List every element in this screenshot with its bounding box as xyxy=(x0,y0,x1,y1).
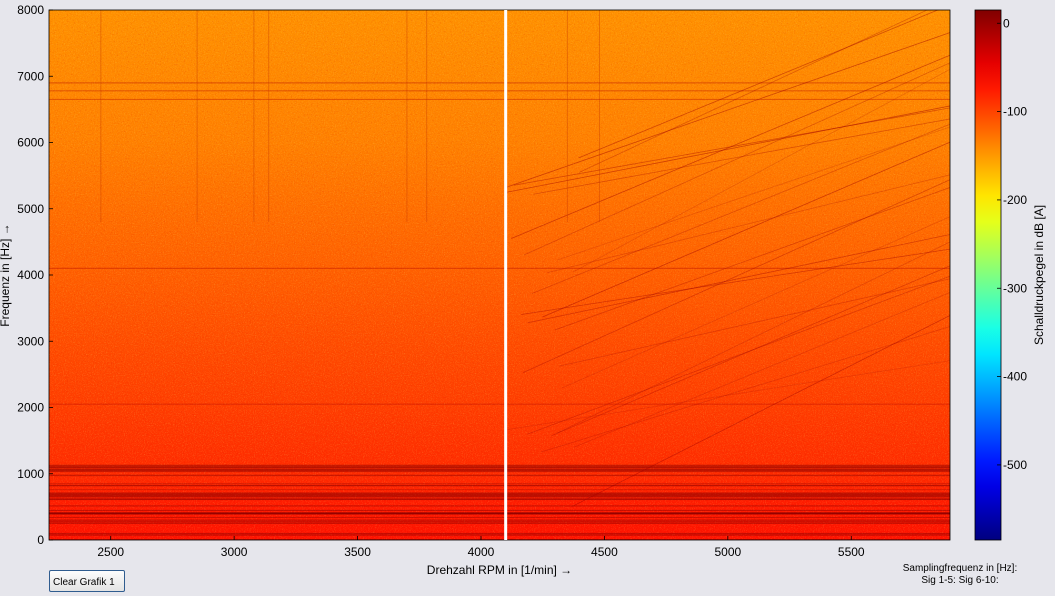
x-tick-label: 5500 xyxy=(838,545,865,559)
y-tick-label: 7000 xyxy=(17,69,44,83)
y-tick-label: 2000 xyxy=(17,401,44,415)
colorbar-tick-label: -300 xyxy=(1003,281,1027,295)
y-tick-label: 8000 xyxy=(17,3,44,17)
colorbar-tick-label: -100 xyxy=(1003,105,1027,119)
y-tick-label: 0 xyxy=(37,533,44,547)
y-tick-label: 3000 xyxy=(17,334,44,348)
colorbar-tick-label: 0 xyxy=(1003,16,1010,30)
x-axis-label: Drehzahl RPM in [1/min] → xyxy=(427,563,572,577)
spectrogram-noise-dark xyxy=(49,10,950,540)
colorbar-label: Schalldruckpegel in dB [A] xyxy=(1032,205,1046,345)
y-tick-label: 5000 xyxy=(17,202,44,216)
spectrogram-chart: 2500 3000 3500 4000 4500 5000 5500 0 1000 2000 30… xyxy=(0,3,1046,577)
x-tick-label: 3000 xyxy=(221,545,248,559)
sampling-frequency-label: Samplingfrequenz in [Hz]: xyxy=(902,563,1018,574)
colorbar-tick-label: -400 xyxy=(1003,370,1027,384)
x-tick-label: 4000 xyxy=(468,545,495,559)
clear-graph-button[interactable]: Clear Grafik 1 xyxy=(49,570,125,592)
x-tick-label: 3500 xyxy=(344,545,371,559)
x-tick-label: 5000 xyxy=(714,545,741,559)
colorbar-tick-label: -500 xyxy=(1003,458,1027,472)
colorbar-ticks: 0 -100 -200 -300 -400 -500 xyxy=(997,16,1027,472)
y-axis-label: Frequenz in [Hz] → xyxy=(0,223,12,326)
plot-area xyxy=(49,10,950,540)
y-tick-label: 4000 xyxy=(17,268,44,282)
y-tick-label: 1000 xyxy=(17,467,44,481)
sampling-channels-label: Sig 1-5: Sig 6-10: xyxy=(921,575,999,586)
y-axis: 0 1000 2000 3000 4000 5000 6000 7000 8000 xyxy=(17,3,53,547)
x-tick-label: 2500 xyxy=(97,545,124,559)
colorbar-tick-label: -200 xyxy=(1003,193,1027,207)
y-tick-label: 6000 xyxy=(17,136,44,150)
colorbar-scale xyxy=(974,9,1002,541)
colorbar: 0 -100 -200 -300 -400 -500 xyxy=(974,9,1027,541)
x-tick-label: 4500 xyxy=(591,545,618,559)
sampling-frequency-panel: Samplingfrequenz in [Hz]: Sig 1-5: Sig 6… xyxy=(885,563,1035,587)
